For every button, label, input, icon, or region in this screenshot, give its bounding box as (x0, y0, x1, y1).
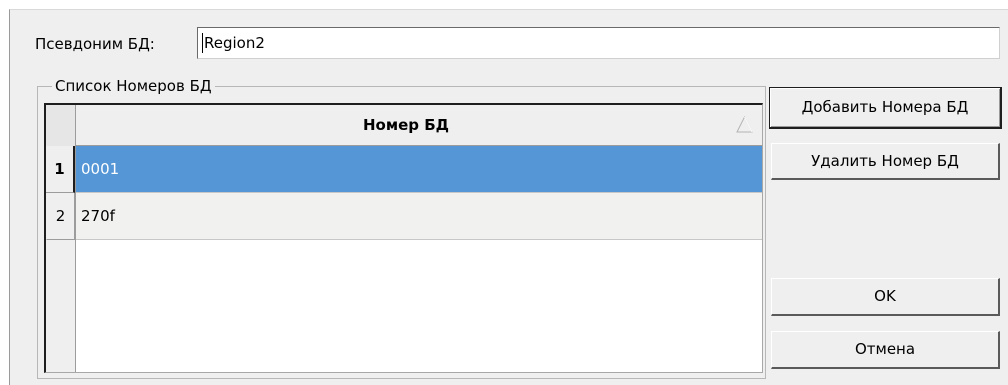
cancel-button[interactable]: Отмена (771, 331, 1000, 369)
table-cell-db-number[interactable]: 0001 (76, 146, 762, 193)
sort-ascending-icon (736, 116, 753, 133)
db-numbers-group-title: Список Номеров БД (52, 78, 215, 94)
ok-button[interactable]: OK (771, 278, 1000, 316)
row-header[interactable]: 2 (46, 193, 75, 240)
database-alias-dialog: Псевдоним БД: Region2 Список Номеров БД … (9, 9, 1008, 385)
db-numbers-table[interactable]: Номер БД 1 0001 2 270f (44, 103, 763, 373)
row-header[interactable]: 1 (46, 146, 75, 193)
table-cell-db-number[interactable]: 270f (76, 193, 762, 240)
alias-input[interactable]: Region2 (197, 27, 1000, 59)
add-db-numbers-button[interactable]: Добавить Номера БД (769, 87, 1002, 129)
table-corner-button[interactable] (46, 105, 76, 147)
alias-input-value: Region2 (204, 34, 265, 52)
alias-label: Псевдоним БД: (35, 35, 155, 53)
column-header-db-number[interactable]: Номер БД (76, 105, 762, 146)
column-header-label: Номер БД (362, 116, 450, 134)
text-caret (202, 33, 203, 53)
delete-db-number-button[interactable]: Удалить Номер БД (771, 143, 1000, 180)
